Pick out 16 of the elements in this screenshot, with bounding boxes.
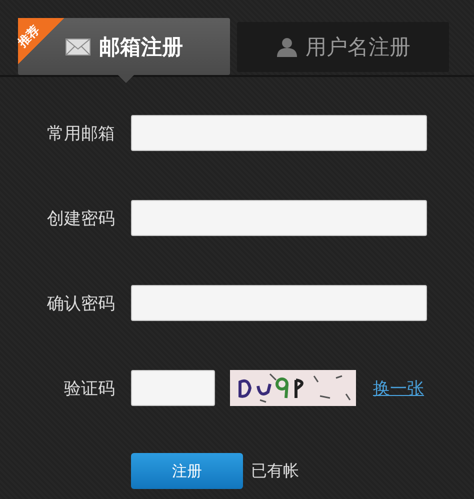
tab[interactable]: 用户名注册 [237, 22, 449, 72]
input-field[interactable] [131, 200, 427, 236]
user-icon [276, 37, 298, 57]
refresh-link[interactable]: 换一张 [373, 376, 424, 400]
field-label: 确认密码 [46, 292, 115, 314]
tab-pointer-icon [118, 75, 134, 83]
input-field[interactable] [131, 115, 427, 151]
corner-ribbon: 推荐 [18, 18, 64, 64]
field-label: 验证码 [63, 378, 115, 400]
input-field[interactable] [131, 285, 427, 321]
field-label: 创建密码 [46, 208, 115, 230]
mail-icon [65, 38, 91, 56]
input-field[interactable] [131, 370, 215, 406]
register-button[interactable]: 注册 [131, 453, 243, 489]
field-label: 常用邮箱 [46, 122, 115, 144]
login-hint: 已有帐 [251, 460, 299, 482]
